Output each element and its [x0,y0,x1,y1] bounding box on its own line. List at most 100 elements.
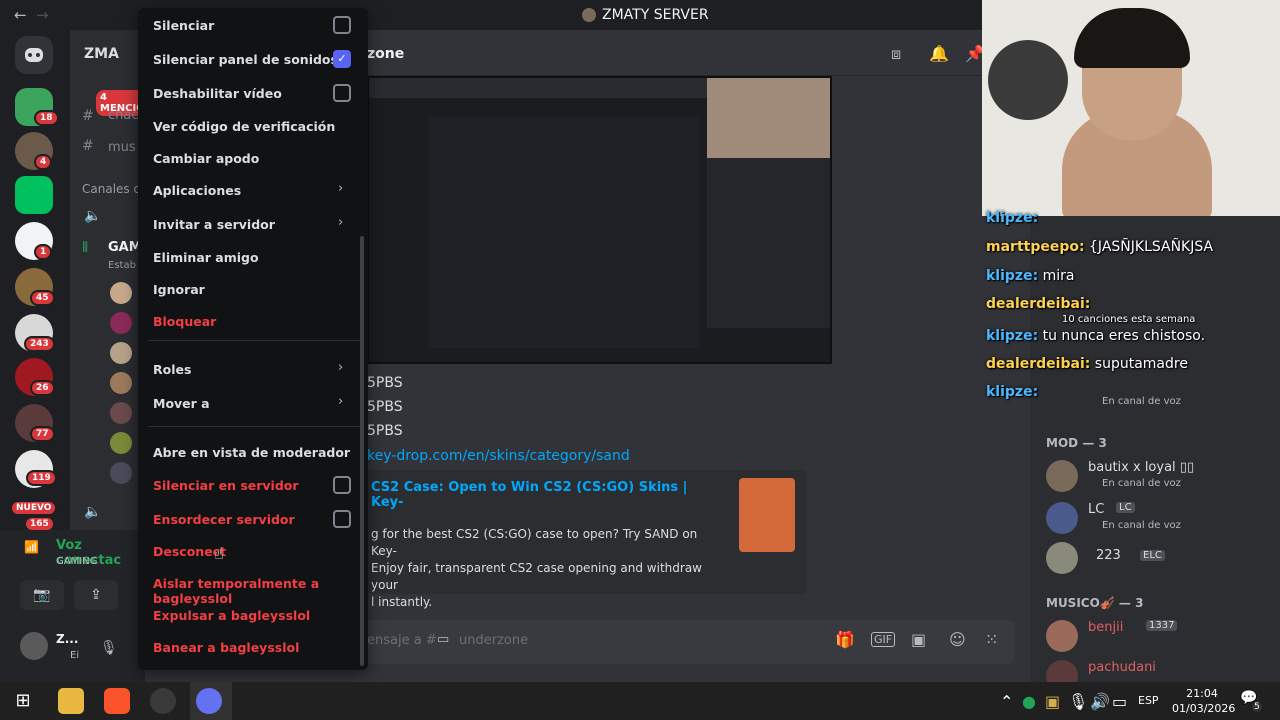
unread-badge: 1 [34,244,53,260]
voice-channel-label[interactable]: GAMING [56,556,97,567]
chevron-up-icon[interactable]: ⌃ [1000,692,1013,711]
menu-separator [148,426,360,427]
songs-count: 10 canciones esta semana [1062,314,1196,325]
speaker-icon[interactable]: 🔈 [84,504,101,520]
composer-channel: underzone [459,633,529,648]
camera-off-button[interactable]: 📷 [20,580,64,610]
menu-item-aplicaciones[interactable]: Aplicaciones [153,183,353,198]
checkbox-checked[interactable]: ✓ [333,50,351,68]
checkbox[interactable] [333,510,351,528]
menu-item-cambiar-apodo[interactable]: Cambiar apodo [153,151,353,166]
avatar [1046,502,1078,534]
user-context-menu: Silenciar Silenciar panel de sonidos ✓ D… [138,8,368,670]
checkbox[interactable] [333,84,351,102]
chevron-right-icon: › [338,181,344,196]
voice-channel-name[interactable]: GAM [108,240,142,255]
threads-icon[interactable]: ⧈ [891,44,901,64]
chat-line: dealerdeibai: suputamadre [986,356,1188,372]
member-row[interactable]: bautix x loyal ▯▯ En canal de voz [1046,458,1266,494]
member-row[interactable]: benjii 1337 [1046,618,1266,654]
username[interactable]: Z... [56,632,78,646]
taskbar: ⊞ ⌃ ● ▣ 🎙 🔊 ▭ ESP 💬 5 [0,682,1280,720]
menu-item-ignorar[interactable]: Ignorar [153,282,353,297]
member-status: En canal de voz [1102,478,1181,489]
voice-user-avatar[interactable] [110,402,132,424]
volume-icon[interactable]: 🔊 [1090,692,1110,711]
embed-thumbnail[interactable] [739,478,795,552]
taskbar-clock[interactable]: 21:04 01/03/2026 [1172,686,1235,716]
unread-badge: 243 [24,336,55,352]
attached-screenshot[interactable] [367,76,832,364]
sticker-icon[interactable]: ▣ [911,630,926,649]
menu-item-ensordecer-servidor[interactable]: Ensordecer servidor [153,512,353,527]
menu-item-silenciar-sonidos[interactable]: Silenciar panel de sonidos [153,52,353,67]
menu-item-bloquear[interactable]: Bloquear [153,314,353,329]
file-explorer-icon[interactable] [58,688,84,714]
message-link[interactable]: key-drop.com/en/skins/category/sand [367,448,630,464]
obs-icon[interactable] [150,688,176,714]
back-arrow-icon[interactable]: ← [14,6,27,24]
menu-item-banear[interactable]: Banear a bagleysslol [153,640,353,655]
voice-user-avatar[interactable] [110,312,132,334]
microphone-icon[interactable]: 🎙 [100,640,118,656]
menu-item-silenciar[interactable]: Silenciar [153,18,353,33]
avatar[interactable] [20,632,48,660]
network-icon[interactable]: ▭ [1112,692,1127,711]
window-title: ZMATY SERVER [582,7,709,23]
unread-badge: 45 [30,290,55,306]
chat-line: klipze: [986,384,1039,400]
channel-item[interactable]: mus [108,140,136,155]
chat-line: marttpeepo: {JASÑJKLSAÑKJSA [986,239,1214,255]
menu-item-vista-moderador[interactable]: Abre en vista de moderador [153,445,353,460]
gift-icon[interactable]: 🎁 [835,630,855,649]
menu-item-roles[interactable]: Roles [153,362,353,377]
menu-item-aislar[interactable]: Aislar temporalmente a bagleysslol [153,576,353,606]
menu-item-desconectar[interactable]: Desconect [153,544,353,559]
server-name-header[interactable]: ZMA [84,46,119,62]
member-row[interactable]: LC LC En canal de voz [1046,500,1266,536]
screen-share-button[interactable]: ⇪ [74,580,118,610]
server-icon-kick[interactable] [15,176,53,214]
category-label[interactable]: Canales d [82,182,141,196]
person-hair [1074,8,1190,68]
menu-item-invitar[interactable]: Invitar a servidor [153,217,353,232]
voice-user-avatar[interactable] [110,342,132,364]
message-composer[interactable]: ensaje a # ▭ underzone 🎁 GIF ▣ ☺ ⁙ [355,620,1015,664]
composer-placeholder: ensaje a # [367,633,437,648]
menu-item-expulsar[interactable]: Expulsar a bagleysslol [153,608,353,623]
speaker-icon[interactable]: 🔈 [84,208,101,224]
avatar [1046,542,1078,574]
tray-app-icon[interactable]: ▣ [1045,692,1060,711]
menu-item-mover-a[interactable]: Mover a [153,396,353,411]
checkbox[interactable] [333,476,351,494]
member-name: bautix x loyal ▯▯ [1088,460,1195,475]
menu-item-ver-codigo[interactable]: Ver código de verificación [153,119,353,134]
voice-wave-icon: ⦀ [82,240,89,256]
channel-item[interactable]: chac [108,108,139,123]
menu-scrollbar[interactable] [360,236,364,666]
embed-description: g for the best CS2 (CS:GO) case to open?… [371,527,702,609]
menu-item-eliminar-amigo[interactable]: Eliminar amigo [153,250,353,265]
gif-icon[interactable]: GIF [871,632,896,647]
emoji-icon[interactable]: ☺ [949,630,966,649]
menu-item-deshabilitar-video[interactable]: Deshabilitar vídeo [153,86,353,101]
member-row[interactable]: 223 ELC [1046,540,1266,576]
voice-user-avatar[interactable] [110,462,132,484]
tray-app-icon[interactable]: ● [1022,692,1036,711]
embed-title[interactable]: CS2 Case: Open to Win CS2 (CS:GO) Skins … [371,480,691,510]
microphone-icon[interactable]: 🎙 [1068,692,1088,711]
voice-user-avatar[interactable] [110,432,132,454]
windows-start-icon[interactable]: ⊞ [10,688,36,714]
discord-home-icon[interactable] [15,36,53,74]
new-badge: NUEVO [10,500,58,516]
voice-user-avatar[interactable] [110,372,132,394]
bell-icon[interactable]: 🔔 [929,44,949,63]
unread-badge: 26 [30,380,55,396]
forward-arrow-icon[interactable]: → [36,6,49,24]
voice-user-avatar[interactable] [110,282,132,304]
brave-browser-icon[interactable] [104,688,130,714]
language-indicator[interactable]: ESP [1138,694,1159,707]
menu-item-silenciar-servidor[interactable]: Silenciar en servidor [153,478,353,493]
apps-icon[interactable]: ⁙ [985,630,998,649]
checkbox[interactable] [333,16,351,34]
